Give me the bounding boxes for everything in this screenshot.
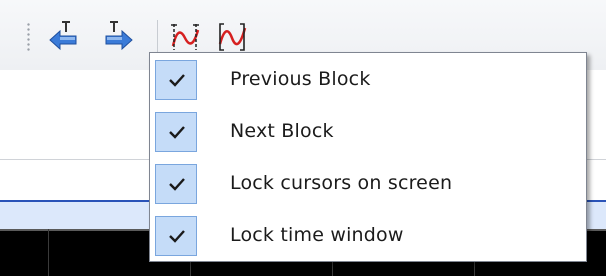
menu-item-label: Lock cursors on screen (230, 172, 453, 194)
menu-item-checkmark (155, 216, 197, 256)
lock-cursors-button[interactable] (168, 16, 204, 56)
previous-block-button[interactable] (46, 16, 82, 56)
menu-item-label: Previous Block (230, 68, 371, 90)
toolbar-separator (157, 20, 158, 54)
toolbar-customize-menu: Previous Block Next Block Lock cursors o… (149, 52, 587, 262)
menu-item-label: Next Block (230, 120, 334, 142)
previous-block-icon (46, 16, 82, 56)
toolbar-grip[interactable] (27, 22, 30, 52)
lock-time-window-button[interactable] (214, 16, 250, 56)
lock-time-window-icon (214, 16, 250, 56)
menu-item-next-block[interactable]: Next Block (150, 108, 586, 158)
next-block-button[interactable] (100, 16, 136, 56)
next-block-icon (100, 16, 136, 56)
scope-grid-line (48, 229, 49, 276)
menu-item-lock-time-window[interactable]: Lock time window (150, 212, 586, 262)
menu-item-label: Lock time window (230, 224, 404, 246)
menu-item-checkmark (155, 60, 197, 100)
menu-item-lock-cursors[interactable]: Lock cursors on screen (150, 160, 586, 210)
lock-cursors-icon (168, 16, 204, 56)
menu-item-previous-block[interactable]: Previous Block (150, 56, 586, 106)
menu-item-checkmark (155, 112, 197, 152)
menu-item-checkmark (155, 164, 197, 204)
